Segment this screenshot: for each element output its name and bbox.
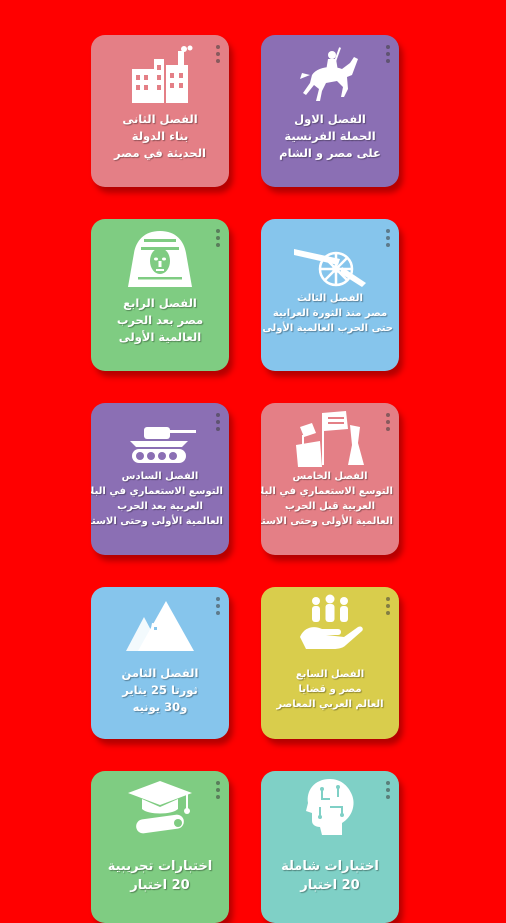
practice-tests-card[interactable]: اختبارات تجريبية 20 اختبار [91,771,229,923]
card-title: الفصل الثالث مصر منذ الثورة العرابية حتى ا… [262,293,393,334]
cannon-icon [261,229,399,291]
card-title: الفصل الخامس التوسع الاستعماري في البلاد ا… [261,471,393,527]
chapter-card-5[interactable]: الفصل الخامس التوسع الاستعماري في البلاد ا… [261,403,399,555]
people-hand-icon [261,593,399,655]
flags-icon [261,409,399,471]
tank-icon [91,407,229,469]
chapter-card-2[interactable]: الفصل الثانى بناء الدولة الحديثة في مصر [91,35,229,187]
pyramids-icon [91,593,229,655]
graduation-icon [91,777,229,839]
horseman-icon [261,45,399,107]
chapter-card-4[interactable]: الفصل الرابع مصر بعد الحرب العالمية الأولى [91,219,229,371]
card-title: الفصل السادس التوسع الاستعماري في البلاد ا… [91,471,223,527]
chapter-card-1[interactable]: الفصل الاول الحملة الفرنسية على مصر و الشا… [261,35,399,187]
card-title: الفصل الاول الحملة الفرنسية على مصر و الشا… [279,112,381,160]
brain-circuit-icon [261,777,399,839]
card-title: الفصل الثانى بناء الدولة الحديثة في مصر [114,112,206,160]
chapter-card-6[interactable]: الفصل السادس التوسع الاستعماري في البلاد ا… [91,403,229,555]
card-title: اختبارات تجريبية 20 اختبار [107,859,213,893]
card-title: اختبارات شاملة 20 اختبار [281,859,379,893]
chapter-card-7[interactable]: الفصل السابع مصر و قضايا العالم العربي الم… [261,587,399,739]
card-title: الفصل الرابع مصر بعد الحرب العالمية الأولى [116,296,204,344]
sphinx-icon [91,229,229,291]
card-title: الفصل الثامن ثورتا 25 يناير و30 يونيه [121,666,199,714]
chapter-card-3[interactable]: الفصل الثالث مصر منذ الثورة العرابية حتى ا… [261,219,399,371]
factory-icon [91,45,229,107]
card-title: الفصل السابع مصر و قضايا العالم العربي الم… [276,669,384,710]
comprehensive-tests-card[interactable]: اختبارات شاملة 20 اختبار [261,771,399,923]
chapter-card-8[interactable]: الفصل الثامن ثورتا 25 يناير و30 يونيه [91,587,229,739]
